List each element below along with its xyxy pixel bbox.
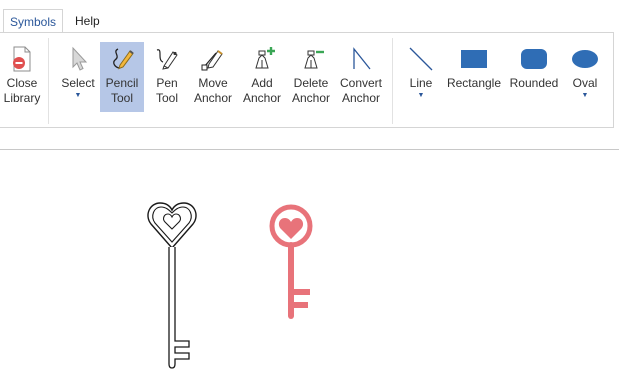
close-library-label: Close Library — [3, 76, 41, 105]
chevron-down-icon: ▼ — [581, 92, 589, 99]
pencil-icon — [113, 48, 134, 70]
outline-heart-key-icon[interactable] — [145, 200, 205, 372]
rectangle-label: Rectangle — [446, 76, 502, 90]
move-anchor-label: Move Anchor — [193, 76, 233, 105]
delete-anchor-icon — [304, 50, 324, 69]
pen-icon — [156, 49, 178, 70]
rounded-label: Rounded — [509, 76, 559, 90]
ribbon-tab-bar: Symbols Help — [0, 0, 619, 33]
rectangle-shape-icon — [461, 50, 487, 68]
pen-tool-button[interactable]: Pen Tool — [148, 42, 186, 112]
delete-anchor-button[interactable]: Delete Anchor — [288, 42, 334, 112]
add-anchor-label: Add Anchor — [242, 76, 282, 105]
rounded-button[interactable]: Rounded — [507, 42, 561, 112]
add-anchor-button[interactable]: Add Anchor — [240, 42, 284, 112]
tab-symbols[interactable]: Symbols — [3, 9, 64, 33]
ribbon-separator — [392, 38, 393, 124]
cursor-arrow-icon — [72, 46, 88, 71]
ribbon-separator — [48, 38, 49, 124]
line-button[interactable]: Line ▼ — [403, 42, 439, 112]
close-library-icon — [13, 46, 31, 72]
line-label: Line — [409, 76, 433, 90]
tab-help[interactable]: Help — [69, 9, 106, 33]
delete-anchor-label: Delete Anchor — [291, 76, 331, 105]
close-library-button[interactable]: Close Library — [2, 42, 42, 112]
select-label: Select — [61, 76, 95, 90]
oval-shape-icon — [572, 50, 598, 68]
pen-tool-label: Pen Tool — [155, 76, 178, 105]
line-shape-icon — [409, 47, 433, 71]
pencil-tool-button[interactable]: Pencil Tool — [100, 42, 144, 112]
oval-label: Oval — [572, 76, 598, 90]
convert-anchor-icon — [353, 47, 371, 70]
convert-anchor-label: Convert Anchor — [339, 76, 383, 105]
convert-anchor-button[interactable]: Convert Anchor — [338, 42, 384, 112]
chevron-down-icon: ▼ — [74, 92, 82, 99]
rectangle-button[interactable]: Rectangle — [445, 42, 503, 112]
rounded-rectangle-icon — [521, 49, 547, 69]
chevron-down-icon: ▼ — [417, 92, 425, 99]
drawing-canvas[interactable] — [0, 149, 619, 369]
select-button[interactable]: Select ▼ — [58, 42, 98, 112]
red-heart-key-icon[interactable] — [265, 204, 321, 322]
oval-button[interactable]: Oval ▼ — [566, 42, 604, 112]
move-anchor-button[interactable]: Move Anchor — [190, 42, 236, 112]
add-anchor-icon — [255, 47, 275, 69]
ribbon-toolbar: Close Library Select ▼ Pencil Tool Pen Tool — [0, 32, 614, 128]
pencil-tool-label: Pencil Tool — [105, 76, 139, 105]
move-anchor-icon — [201, 50, 223, 71]
